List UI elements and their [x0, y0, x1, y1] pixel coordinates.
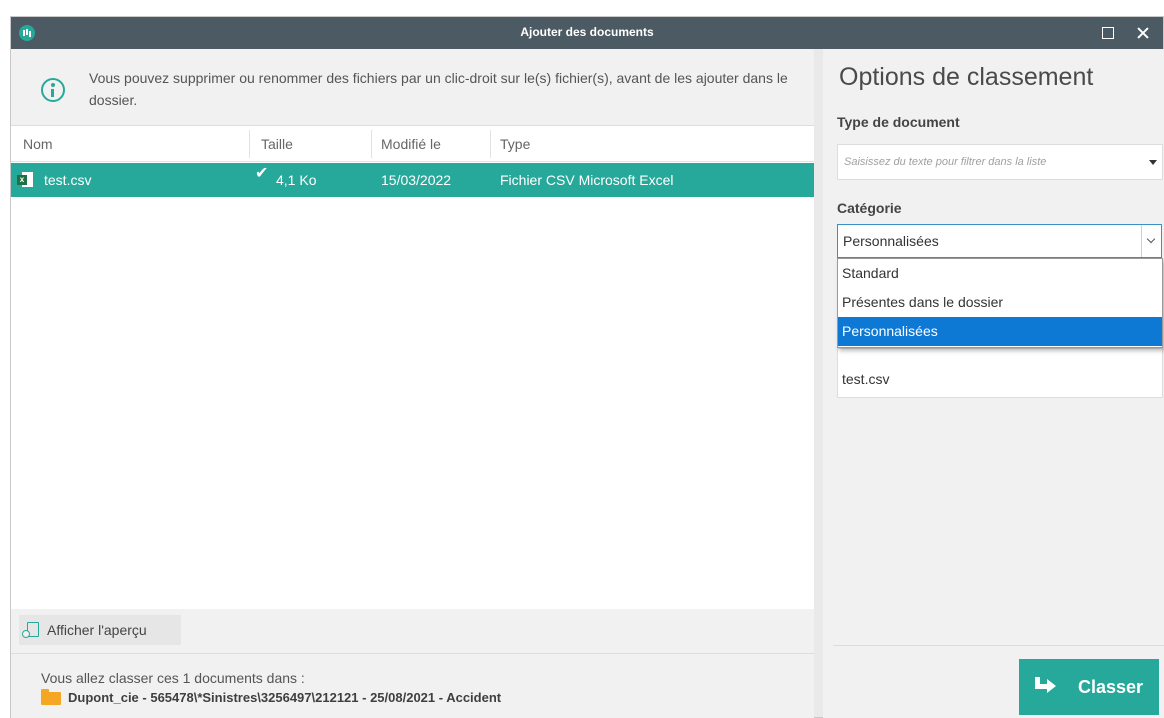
category-dropdown: Standard Présentes dans le dossier Perso… [837, 258, 1163, 348]
chevron-down-icon[interactable] [1141, 225, 1161, 257]
doc-type-combobox[interactable] [837, 144, 1163, 180]
excel-file-icon: x [17, 172, 33, 188]
close-icon[interactable] [1127, 17, 1159, 49]
table-header: Nom Taille Modifié le Type [11, 126, 814, 162]
column-divider[interactable] [249, 130, 250, 158]
file-type: Fichier CSV Microsoft Excel [500, 172, 674, 188]
arrow-right-icon [1035, 677, 1057, 697]
document-name-input[interactable] [842, 365, 1152, 393]
check-icon: ✔ [255, 165, 269, 182]
file-modified: 15/03/2022 [381, 172, 452, 188]
info-text: Vous pouvez supprimer ou renommer des fi… [89, 70, 788, 108]
table-row[interactable]: x test.csv ✔ 4,1 Ko 15/03/2022 Fichier C… [11, 163, 814, 197]
files-panel: Vous pouvez supprimer ou renommer des fi… [11, 49, 814, 718]
doc-type-filter-input[interactable] [844, 145, 1134, 179]
column-header-name[interactable]: Nom [23, 126, 53, 162]
file-name: test.csv [44, 172, 92, 188]
title-bar[interactable]: Ajouter des documents [11, 17, 1163, 49]
classer-label: Classer [1078, 677, 1144, 697]
category-option-in-folder[interactable]: Présentes dans le dossier [838, 288, 1162, 317]
column-divider[interactable] [371, 130, 372, 158]
files-table: Nom Taille Modifié le Type x test.csv ✔ … [11, 125, 814, 609]
window-title: Ajouter des documents [520, 25, 654, 39]
destination-path: Dupont_cie - 565478\*Sinistres\3256497\2… [68, 690, 502, 705]
info-banner: Vous pouvez supprimer ou renommer des fi… [11, 49, 814, 125]
divider [11, 653, 814, 654]
category-label: Catégorie [837, 200, 902, 216]
add-documents-window: Ajouter des documents Vous pouvez suppri… [10, 16, 1164, 718]
options-panel: Options de classement Type de document C… [823, 49, 1164, 718]
preview-icon [22, 622, 39, 638]
category-select[interactable]: Personnalisées [837, 224, 1162, 258]
destination-summary: Vous allez classer ces 1 documents dans … [41, 670, 305, 686]
category-option-custom[interactable]: Personnalisées [838, 317, 1162, 346]
column-header-size[interactable]: Taille [261, 126, 293, 162]
doc-type-label: Type de document [837, 114, 960, 130]
show-preview-button[interactable]: Afficher l'aperçu [19, 615, 181, 645]
file-size: 4,1 Ko [276, 172, 317, 188]
folder-icon [41, 689, 61, 705]
category-value: Personnalisées [843, 233, 939, 249]
classer-button[interactable]: Classer [1019, 659, 1159, 715]
category-option-standard[interactable]: Standard [838, 259, 1162, 288]
document-name-field[interactable] [837, 348, 1163, 398]
divider [833, 645, 1164, 646]
column-header-type[interactable]: Type [500, 126, 530, 162]
show-preview-label: Afficher l'aperçu [47, 622, 147, 638]
column-divider[interactable] [490, 130, 491, 158]
maximize-icon[interactable] [1091, 17, 1123, 49]
column-header-modified[interactable]: Modifié le [381, 126, 441, 162]
info-icon [41, 78, 65, 102]
options-title: Options de classement [839, 63, 1094, 91]
caret-down-icon[interactable] [1149, 160, 1157, 165]
